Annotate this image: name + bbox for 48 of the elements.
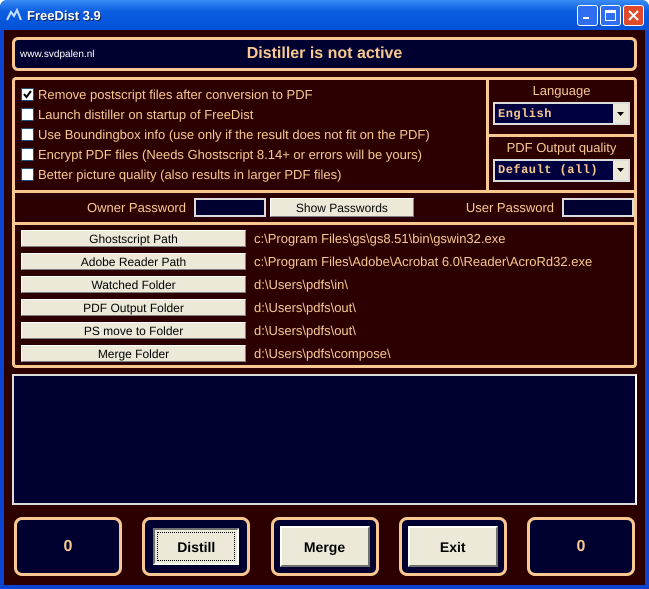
checkbox-label: Launch distiller on startup of FreeDist: [38, 106, 254, 122]
close-icon: [628, 10, 639, 20]
dropdown[interactable]: Default (all): [493, 158, 630, 182]
action-button[interactable]: Exit: [408, 526, 498, 567]
checkbox-label: Better picture quality (also results in larger PDF files): [38, 166, 342, 182]
field-label: PDF Output quality: [506, 140, 616, 154]
checkbox[interactable]: [21, 168, 34, 180]
field-label: Language: [532, 83, 590, 98]
path-text: d:\Users\pdfs\out\: [254, 323, 356, 338]
window-title: FreeDist 3.9: [27, 8, 102, 22]
caret-icon: [613, 160, 628, 180]
show-passwords-button[interactable]: Show Passwords: [270, 198, 414, 217]
path-button[interactable]: Adobe Reader Path: [21, 253, 246, 270]
path-button[interactable]: PDF Output Folder: [21, 299, 246, 316]
close-button[interactable]: [623, 4, 644, 26]
checkbox[interactable]: [21, 108, 34, 120]
status-text: Distiller is not active: [246, 45, 402, 63]
password-field[interactable]: [562, 198, 634, 217]
path-button[interactable]: PS move to Folder: [21, 322, 246, 339]
website-link[interactable]: www.svdpalen.nl: [20, 48, 94, 60]
field-label: User Password: [466, 200, 554, 215]
field-label: Owner Password: [87, 200, 186, 215]
checkbox-label: Use Boundingbox info (use only if the result does not fit on the PDF): [38, 126, 430, 142]
path-text: d:\Users\pdfs\in\: [254, 277, 348, 292]
minimize-icon: [582, 17, 588, 19]
checkbox-label: Remove postscript files after conversion to PDF: [38, 86, 313, 102]
path-button[interactable]: Ghostscript Path: [21, 230, 246, 247]
caret-icon: [613, 104, 628, 123]
password-field[interactable]: [194, 198, 266, 217]
path-button[interactable]: Merge Folder: [21, 345, 246, 362]
maximize-button[interactable]: [600, 4, 621, 26]
checkbox-label: Encrypt PDF files (Needs Ghostscript 8.14+ or errors will be yours): [38, 146, 422, 162]
maximize-icon: [605, 10, 616, 20]
checkbox[interactable]: [21, 148, 34, 160]
counter-value: 0: [576, 538, 586, 556]
action-button[interactable]: Merge: [280, 526, 370, 567]
path-text: d:\Users\pdfs\out\: [254, 300, 356, 315]
action-button[interactable]: Distill: [153, 528, 240, 565]
path-text: c:\Program Files\Adobe\Acrobat 6.0\Reader\AcroRd32.exe: [254, 254, 592, 269]
checkbox[interactable]: [21, 88, 34, 100]
app-icon: [6, 8, 22, 22]
path-text: d:\Users\pdfs\compose\: [254, 346, 391, 361]
dropdown[interactable]: English: [493, 102, 630, 125]
checkbox[interactable]: [21, 128, 34, 140]
counter-value: 0: [64, 538, 72, 556]
minimize-button[interactable]: [577, 4, 598, 26]
path-button[interactable]: Watched Folder: [21, 276, 246, 293]
path-text: c:\Program Files\gs\gs8.51\bin\gswin32.exe: [254, 231, 506, 246]
